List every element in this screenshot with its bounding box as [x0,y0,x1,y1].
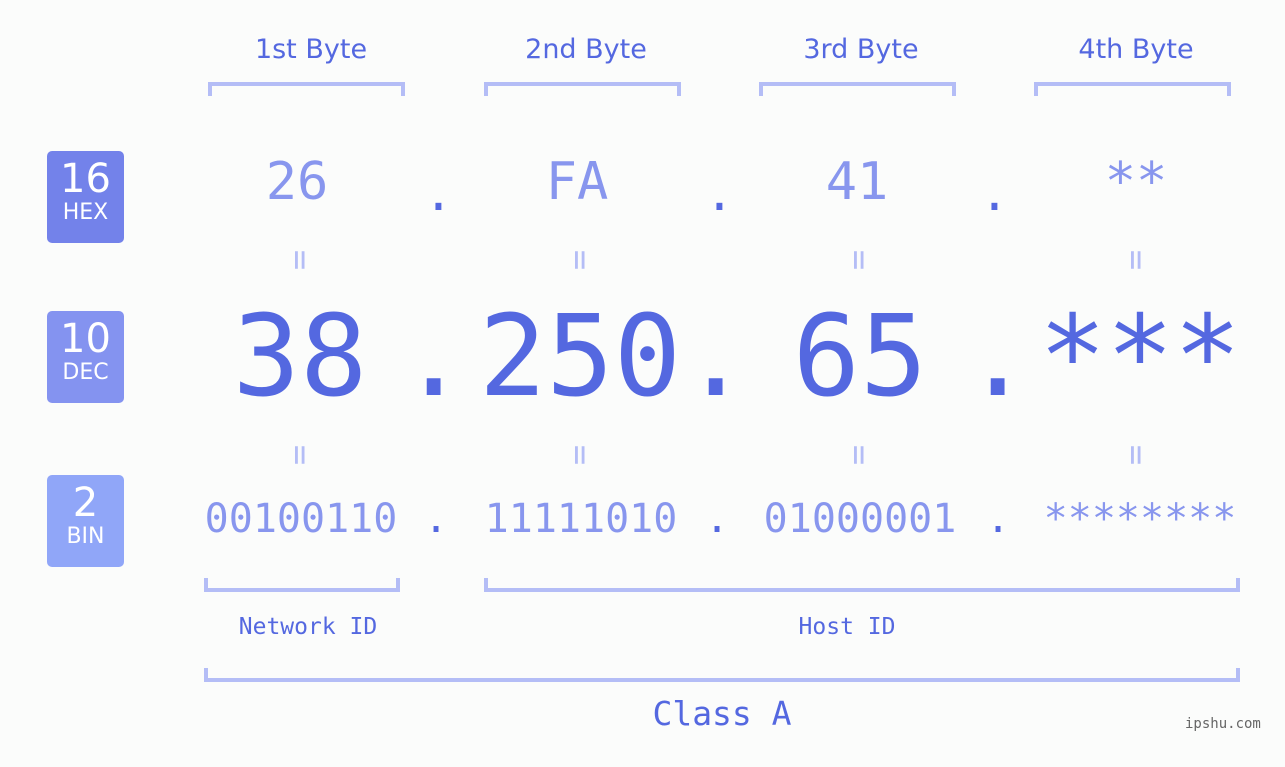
byte-header-2: 2nd Byte [525,34,647,65]
dec-separator-1: . [400,292,468,422]
equals-hex-dec-4: = [1115,249,1156,271]
hex-separator-1: . [424,166,453,222]
hex-base-label: HEX [62,200,109,225]
bin-separator-1: . [424,496,449,542]
hex-byte-1: 26 [265,152,329,212]
class-label: Class A [652,694,792,733]
equals-hex-dec-1: = [279,249,320,271]
equals-dec-bin-3: = [838,444,879,466]
bin-base-label: BIN [66,524,105,549]
byte-bracket-2 [484,82,681,96]
host-id-bracket [484,578,1240,592]
bin-byte-2: 11111010 [484,496,678,542]
network-id-label: Network ID [238,614,378,640]
dec-badge: 10 DEC [47,311,124,403]
equals-hex-dec-3: = [838,249,879,271]
hex-separator-3: . [980,166,1009,222]
bin-separator-2: . [705,496,730,542]
hex-byte-2: FA [545,152,609,212]
bin-byte-4: ******** [1043,496,1237,542]
dec-separator-2: . [682,292,750,422]
equals-dec-bin-2: = [559,444,600,466]
bin-separator-3: . [986,496,1011,542]
dec-byte-2: 250 [478,292,682,422]
hex-byte-4: ** [1104,152,1168,212]
bin-base-number: 2 [72,480,99,526]
hex-byte-3: 41 [825,152,889,212]
byte-bracket-1 [208,82,405,96]
dec-separator-3: . [964,292,1032,422]
equals-dec-bin-4: = [1115,444,1156,466]
dec-byte-3: 65 [792,292,928,422]
hex-badge: 16 HEX [47,151,124,243]
bin-byte-3: 01000001 [763,496,957,542]
dec-byte-1: 38 [232,292,368,422]
byte-bracket-4 [1034,82,1231,96]
byte-header-4: 4th Byte [1078,34,1194,65]
equals-hex-dec-2: = [559,249,600,271]
byte-bracket-3 [759,82,956,96]
dec-byte-4: *** [1038,292,1242,422]
dec-base-number: 10 [60,316,111,362]
class-bracket [204,668,1240,682]
bin-badge: 2 BIN [47,475,124,567]
network-id-bracket [204,578,400,592]
host-id-label: Host ID [798,614,896,640]
watermark: ipshu.com [1185,716,1261,732]
hex-separator-2: . [705,166,734,222]
dec-base-label: DEC [62,360,109,385]
byte-header-1: 1st Byte [254,34,368,65]
equals-dec-bin-1: = [279,444,320,466]
hex-base-number: 16 [60,156,111,202]
byte-header-3: 3rd Byte [803,34,919,65]
bin-byte-1: 00100110 [204,496,398,542]
